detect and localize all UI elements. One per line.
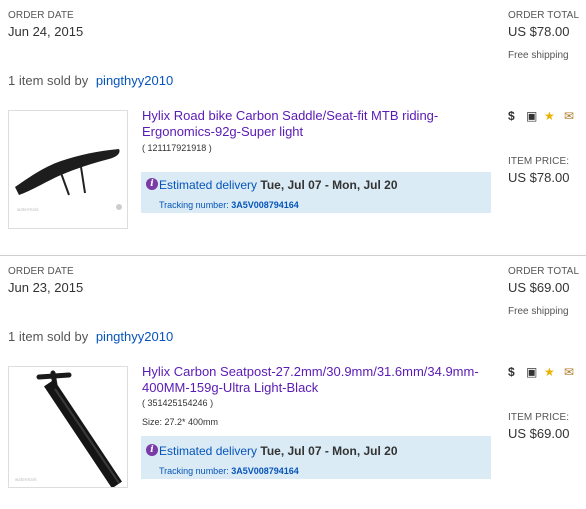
printer-icon[interactable]: ▣ — [526, 109, 537, 123]
order-date: Jun 23, 2015 — [8, 280, 84, 295]
delivery-dates: Tue, Jul 07 - Mon, Jul 20 — [260, 444, 398, 458]
item-number: ( 121117921918 ) — [142, 143, 212, 153]
tracking-info: Tracking number: 3A5V008794164 — [159, 466, 299, 476]
seller-prefix: 1 item sold by — [8, 73, 89, 88]
seller-prefix: 1 item sold by — [8, 329, 89, 344]
svg-text:watermark: watermark — [15, 477, 37, 482]
order-total-label: ORDER TOTAL — [508, 266, 580, 277]
order-card: ORDER DATE Jun 23, 2015 ORDER TOTAL US $… — [0, 256, 586, 509]
order-total: US $69.00 — [508, 280, 570, 295]
svg-text:watermark: watermark — [17, 207, 39, 212]
printer-icon[interactable]: ▣ — [526, 365, 537, 379]
delivery-label: Estimated delivery — [159, 444, 258, 458]
envelope-icon[interactable]: ✉ — [564, 109, 574, 123]
order-date-label: ORDER DATE — [8, 10, 74, 21]
order-date: Jun 24, 2015 — [8, 24, 84, 39]
item-image[interactable]: watermark — [8, 110, 128, 229]
tracking-label: Tracking number: — [159, 200, 229, 210]
order-total: US $78.00 — [508, 24, 570, 39]
shipping-info: Free shipping — [508, 306, 569, 317]
seatpost-image: watermark — [15, 370, 122, 487]
delivery-dates: Tue, Jul 07 - Mon, Jul 20 — [260, 178, 398, 192]
shipping-info: Free shipping — [508, 50, 569, 61]
item-number: ( 351425154246 ) — [142, 398, 214, 408]
tracking-label: Tracking number: — [159, 466, 229, 476]
item-title-line2: 400MM-159g-Ultra Light-Black — [142, 380, 319, 395]
item-image[interactable]: watermark — [8, 366, 128, 488]
order-date-label: ORDER DATE — [8, 266, 74, 277]
tracking-number-link[interactable]: 3A5V008794164 — [231, 200, 299, 210]
info-icon: i — [146, 444, 158, 456]
order-total-label: ORDER TOTAL — [508, 10, 580, 21]
envelope-icon[interactable]: ✉ — [564, 365, 574, 379]
delivery-estimate: Estimated delivery Tue, Jul 07 - Mon, Ju… — [159, 178, 398, 192]
star-feedback-icon[interactable]: ★ — [544, 109, 555, 123]
delivery-label: Estimated delivery — [159, 178, 258, 192]
item-price-label: ITEM PRICE: — [508, 412, 570, 423]
item-title-line1: Hylix Carbon Seatpost-27.2mm/30.9mm/31.6… — [142, 364, 479, 379]
delivery-box: i Estimated delivery Tue, Jul 07 - Mon, … — [141, 436, 491, 479]
dollar-icon[interactable]: $ — [508, 109, 515, 123]
action-icons: $ ▣ ★ ✉ — [508, 109, 580, 125]
seller-link[interactable]: pingthyy2010 — [96, 73, 173, 88]
item-title[interactable]: Hylix Road bike Carbon Saddle/Seat-fit M… — [142, 108, 438, 140]
order-card: ORDER DATE Jun 24, 2015 ORDER TOTAL US $… — [0, 0, 586, 254]
item-size: Size: 27.2* 400mm — [142, 417, 219, 427]
tracking-info: Tracking number: 3A5V008794164 — [159, 200, 299, 210]
action-icons: $ ▣ ★ ✉ — [508, 365, 580, 381]
item-price-label: ITEM PRICE: — [508, 156, 570, 167]
info-icon: i — [146, 178, 158, 190]
tracking-number-link[interactable]: 3A5V008794164 — [231, 466, 299, 476]
item-title-line1: Hylix Road bike Carbon Saddle/Seat-fit M… — [142, 108, 439, 123]
seller-line: 1 item sold by pingthyy2010 — [8, 73, 173, 88]
delivery-estimate: Estimated delivery Tue, Jul 07 - Mon, Ju… — [159, 444, 398, 458]
delivery-box: i Estimated delivery Tue, Jul 07 - Mon, … — [141, 172, 491, 213]
seller-link[interactable]: pingthyy2010 — [96, 329, 173, 344]
seller-line: 1 item sold by pingthyy2010 — [8, 329, 173, 344]
saddle-image: watermark — [15, 149, 122, 212]
star-feedback-icon[interactable]: ★ — [544, 365, 555, 379]
item-price: US $78.00 — [508, 170, 570, 185]
item-price: US $69.00 — [508, 426, 570, 441]
dollar-icon[interactable]: $ — [508, 365, 515, 379]
item-title[interactable]: Hylix Carbon Seatpost-27.2mm/30.9mm/31.6… — [142, 364, 479, 396]
item-title-line2: Ergonomics-92g-Super light — [142, 124, 304, 139]
